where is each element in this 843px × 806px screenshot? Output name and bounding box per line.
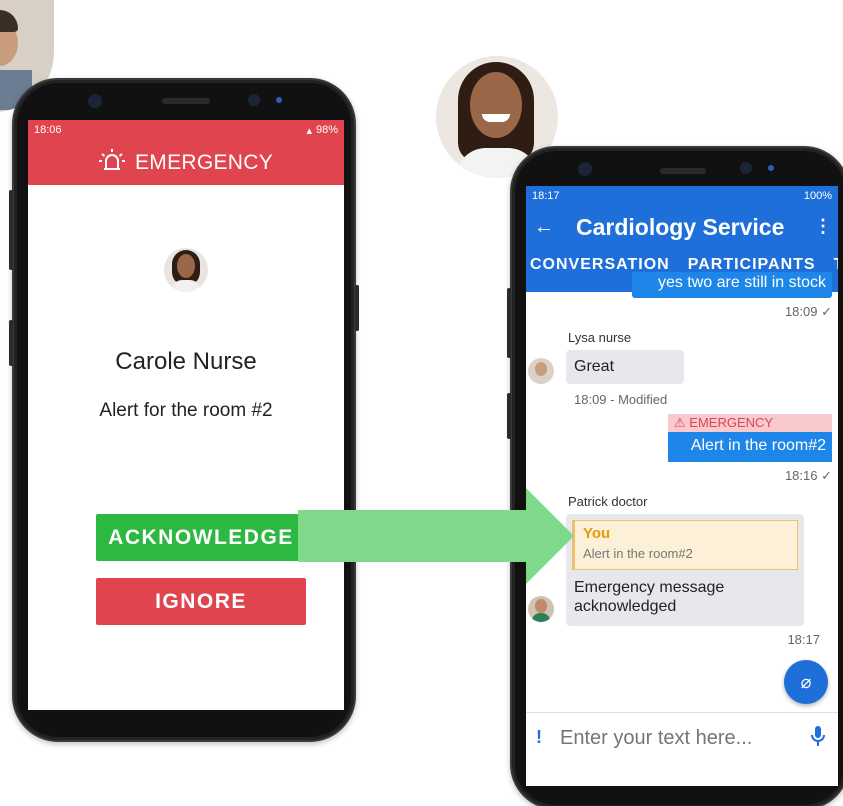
message-time: 18:16 ✓ [784,468,832,483]
sender-name: Lysa nurse [568,330,632,345]
message-text: Alert in the room#2 [690,437,826,454]
quote-text: Alert in the room#2 [583,546,693,561]
emergency-header: EMERGENCY [28,140,344,185]
message-text: yes two are still in stock [657,274,826,291]
message-text: Great [574,358,615,375]
battery-level: 100% [803,190,832,202]
message-bubble-outgoing: yes two are still in stock [632,272,832,298]
signal-icon: ▴ [306,124,312,137]
priority-icon[interactable]: ! [536,727,542,748]
sender-avatar [528,596,554,622]
composer-bar: ! [526,712,838,764]
acknowledge-button[interactable]: ACKNOWLEDGE [96,514,306,561]
phone-left: 18:06 ▴ 98% EMERGENCY Carole Nurse Alert… [9,78,359,742]
phone-right: 18:17 100% ← Cardiology Service ⋮ CONVER… [507,146,843,806]
message-bubble-incoming: Great [566,350,684,384]
tab-more[interactable]: T [834,256,838,274]
siren-icon [98,148,125,178]
emergency-title: EMERGENCY [134,150,274,174]
ignore-button[interactable]: IGNORE [96,578,306,625]
flow-arrow [298,488,574,584]
conversation-title: Cardiology Service [576,214,785,240]
quote-author: You [583,525,611,542]
back-arrow-icon[interactable]: ← [534,216,554,239]
quoted-message[interactable]: You Alert in the room#2 [572,520,798,570]
status-bar: 18:06 ▴ 98% [28,120,344,140]
siren-icon: ⚠ [674,415,686,430]
battery-level: 98% [315,124,338,136]
sender-avatar [528,358,554,384]
message-meta: 18:09 - Modified [574,392,668,407]
phone-right-screen: 18:17 100% ← Cardiology Service ⋮ CONVER… [526,186,838,786]
message-input[interactable] [560,723,790,753]
caller-name: Carole Nurse [115,348,257,375]
attach-icon: ⌀ [800,671,812,692]
caller-avatar [164,248,208,292]
phone-left-screen: 18:06 ▴ 98% EMERGENCY Carole Nurse Alert… [28,120,344,710]
message-bubble-outgoing: Alert in the room#2 [668,432,832,462]
message-bubble-incoming: You Alert in the room#2 Emergency messag… [566,514,804,626]
status-time: 18:06 [34,124,62,136]
more-vertical-icon[interactable]: ⋮ [814,216,832,237]
emergency-tag: ⚠ EMERGENCY [668,414,832,432]
attach-button[interactable]: ⌀ [784,660,828,704]
mic-icon[interactable] [810,725,826,752]
status-bar: 18:17 100% [526,186,838,206]
message-time: 18:09 ✓ [784,304,832,319]
status-time: 18:17 [532,190,560,202]
alert-text: Alert for the room #2 [99,400,273,421]
message-time: 18:17 [787,632,820,647]
